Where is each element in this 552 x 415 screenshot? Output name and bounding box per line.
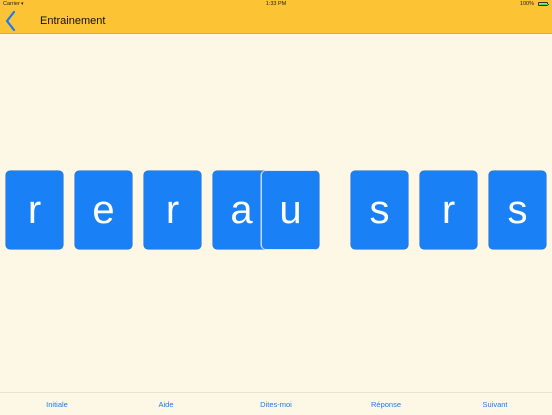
battery-percent: 100% — [519, 1, 534, 7]
status-bar: Carrier ▾ 1:33 PM 100% — [0, 0, 552, 9]
initiale-button[interactable]: Initiale — [46, 400, 68, 409]
page-title: Entrainement — [40, 15, 106, 27]
letter-tile[interactable]: s — [351, 171, 408, 249]
letter-tile[interactable]: s — [489, 171, 546, 249]
chevron-left-icon — [5, 10, 16, 32]
dites-moi-button[interactable]: Dites-moi — [260, 400, 292, 409]
navigation-bar: Entrainement — [0, 9, 552, 34]
letter-tile[interactable]: r — [6, 171, 63, 249]
suivant-button[interactable]: Suivant — [482, 400, 507, 409]
letter-tile[interactable]: e — [75, 171, 132, 249]
letter-tile[interactable]: r — [144, 171, 201, 249]
reponse-button[interactable]: Réponse — [371, 400, 401, 409]
back-button[interactable] — [3, 9, 19, 33]
status-time: 1:33 PM — [265, 1, 287, 7]
battery-icon — [538, 2, 549, 6]
aide-button[interactable]: Aide — [158, 400, 173, 409]
letter-tile[interactable]: r — [420, 171, 477, 249]
bottom-toolbar: Initiale Aide Dites-moi Réponse Suivant — [0, 392, 552, 415]
letter-tile[interactable]: u — [262, 171, 319, 249]
